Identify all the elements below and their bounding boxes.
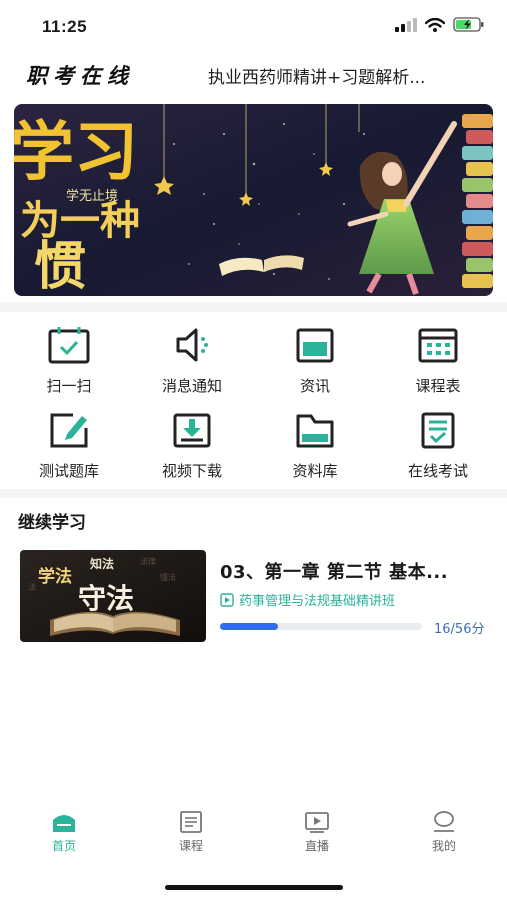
progress-bar — [220, 623, 422, 630]
grid-item-scan[interactable]: 扫一扫 — [9, 325, 129, 396]
grid-label-online-exam: 在线考试 — [407, 462, 468, 480]
status-bar: 11:25 — [0, 0, 507, 50]
user-icon — [434, 811, 454, 832]
grid-label-scan: 扫一扫 — [46, 377, 92, 395]
section-divider — [0, 489, 507, 498]
scan-icon — [48, 327, 90, 364]
grid-label-library: 资料库 — [292, 462, 338, 480]
progress-text: 16/56分 — [434, 622, 485, 637]
grid-label-schedule: 课程表 — [415, 377, 461, 395]
bottom-tab-bar: 首页 课程 直播 我的 — [0, 810, 507, 870]
promo-banner[interactable]: 学习 为一种 惯 学无止境 — [14, 104, 493, 296]
wifi-icon — [425, 17, 445, 32]
course-thumbnail: 法律 懂法法 学法 守法 知法 — [20, 550, 206, 642]
grid-item-online-exam[interactable]: 在线考试 — [378, 410, 498, 481]
progress-fill — [220, 623, 278, 630]
grid-item-news[interactable]: 资讯 — [255, 325, 375, 396]
current-course-title[interactable]: 执业西药师精讲+习题解析... — [208, 63, 493, 88]
banner-text-3: 惯 — [34, 236, 86, 296]
home-indicator — [165, 885, 343, 890]
app-header: 职考在线 执业西药师精讲+习题解析... — [0, 60, 507, 94]
battery-icon — [453, 17, 484, 32]
continue-learning-title: 继续学习 — [18, 513, 86, 533]
thumb-text-2: 守法 — [78, 582, 134, 615]
tab-live[interactable]: 直播 — [277, 810, 357, 854]
video-icon — [220, 592, 234, 607]
banner-illustration: 学习 为一种 惯 学无止境 — [14, 104, 493, 296]
tab-label-courses: 课程 — [178, 839, 203, 853]
tab-label-profile: 我的 — [431, 839, 456, 853]
svg-text:懂法: 懂法 — [160, 572, 176, 582]
grid-label-question-bank: 测试题库 — [38, 462, 99, 480]
exam-icon — [421, 412, 455, 449]
tab-home[interactable]: 首页 — [24, 810, 104, 854]
tab-label-home: 首页 — [51, 839, 76, 853]
banner-text-1: 学习 — [14, 115, 138, 190]
thumb-text-3: 知法 — [89, 556, 114, 571]
grid-label-notification: 消息通知 — [161, 377, 222, 395]
course-subtitle: 药事管理与法规基础精讲班 — [239, 594, 396, 609]
svg-text:法: 法 — [28, 582, 36, 592]
course-subtitle-row: 药事管理与法规基础精讲班 — [220, 590, 395, 609]
recent-course-card[interactable]: 法律 懂法法 学法 守法 知法 03、第一章 第二节 基本... 药事管理与法规基… — [20, 550, 495, 642]
live-video-icon — [305, 812, 329, 833]
download-icon — [173, 413, 211, 448]
svg-text:法律: 法律 — [140, 556, 156, 566]
tab-courses[interactable]: 课程 — [151, 810, 231, 854]
grid-label-video-download: 视频下载 — [161, 462, 222, 480]
tab-profile[interactable]: 我的 — [404, 810, 484, 854]
calendar-icon — [418, 328, 458, 363]
folder-icon — [296, 414, 334, 448]
grid-item-video-download[interactable]: 视频下载 — [132, 410, 252, 481]
status-time: 11:25 — [42, 17, 88, 36]
speaker-icon — [176, 328, 208, 362]
edit-icon — [50, 413, 88, 448]
banner-small-text: 学无止境 — [66, 188, 118, 204]
section-divider — [0, 302, 507, 312]
status-icons — [395, 17, 485, 32]
book-icon — [180, 811, 202, 833]
tab-label-live: 直播 — [304, 839, 329, 853]
grid-item-schedule[interactable]: 课程表 — [378, 325, 498, 396]
grid-item-notification[interactable]: 消息通知 — [132, 325, 252, 396]
home-icon — [53, 815, 75, 832]
news-icon — [296, 328, 334, 363]
grid-item-question-bank[interactable]: 测试题库 — [9, 410, 129, 481]
course-lesson-title: 03、第一章 第二节 基本... — [220, 562, 449, 583]
grid-item-library[interactable]: 资料库 — [255, 410, 375, 481]
brand-logo-text: 职考在线 — [26, 63, 134, 88]
grid-label-news: 资讯 — [299, 377, 330, 395]
signal-icon — [395, 17, 417, 32]
thumb-text-1: 学法 — [38, 566, 72, 587]
